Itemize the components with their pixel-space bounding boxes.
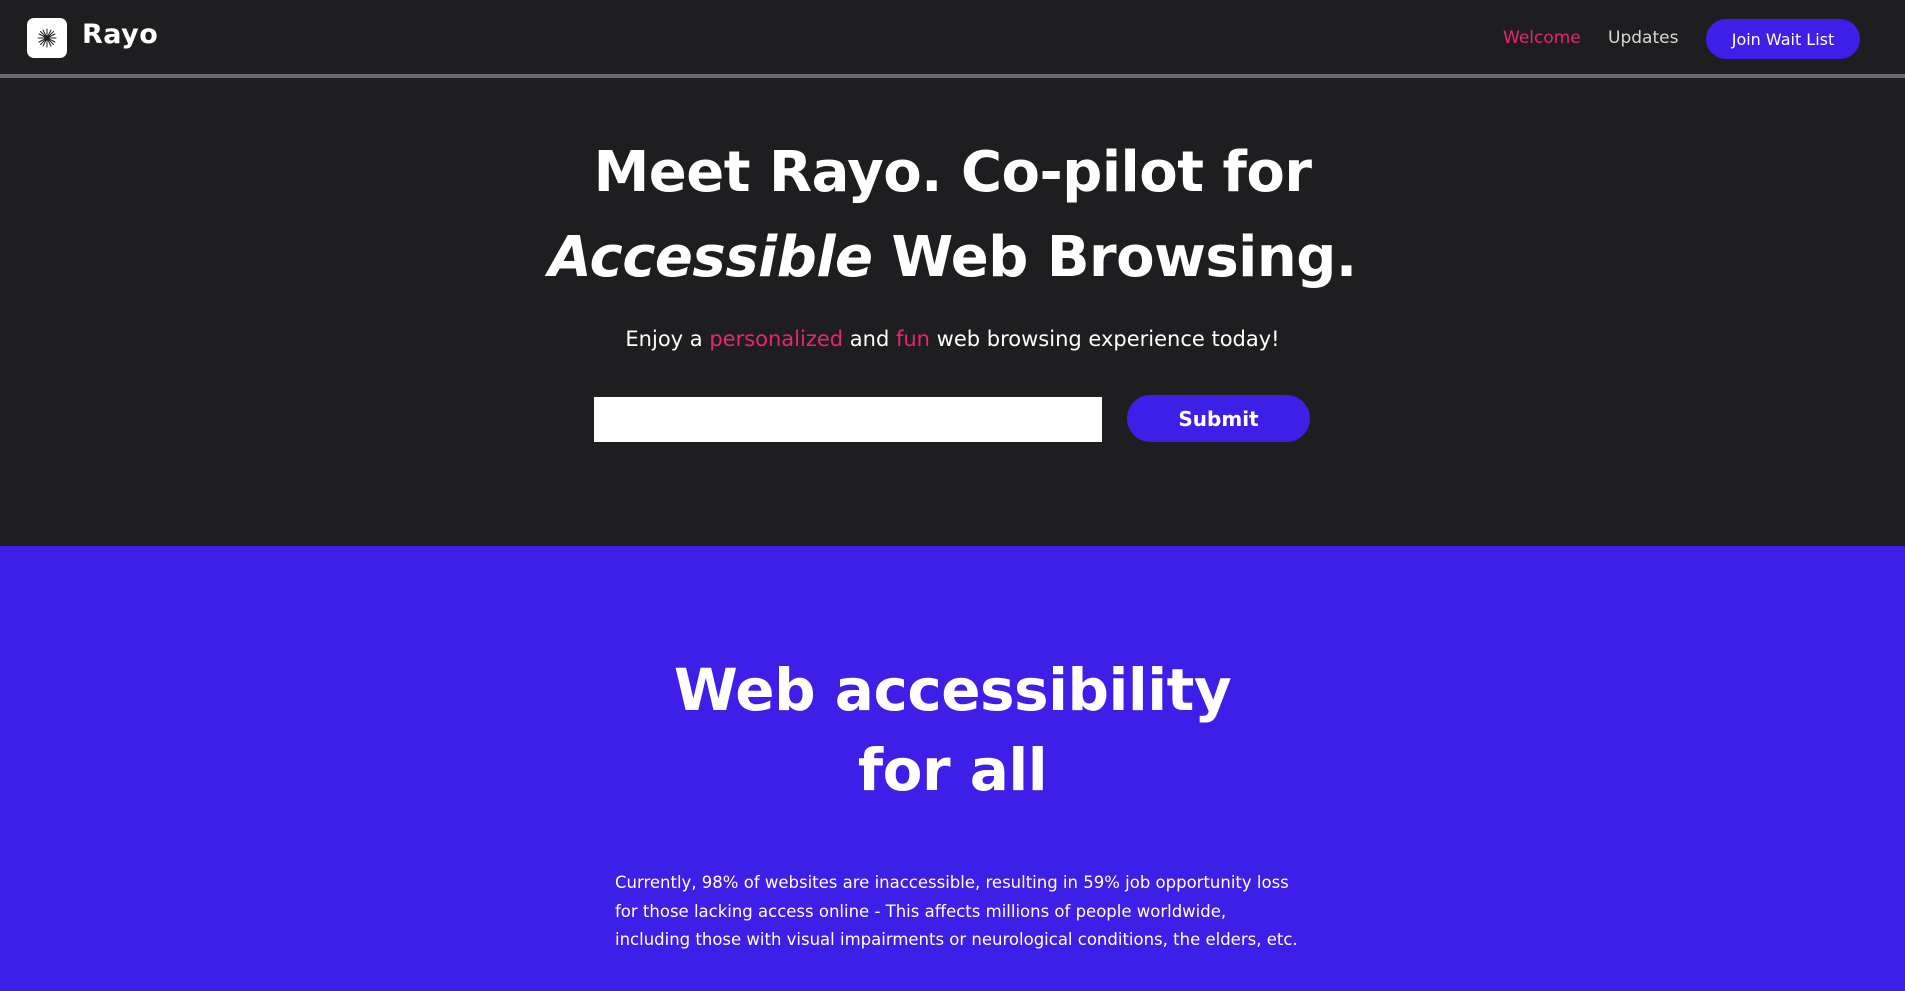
hero-subtitle-post: web browsing experience today! xyxy=(930,327,1280,351)
email-input[interactable] xyxy=(594,397,1102,442)
brand-name[interactable]: Rayo xyxy=(82,19,158,50)
page: Rayo Welcome Updates Join Wait List Meet… xyxy=(0,0,1905,991)
section-body-text: Currently, 98% of websites are inaccessi… xyxy=(615,873,1298,949)
hero-section: Meet Rayo. Co-pilot for Accessible Web B… xyxy=(0,78,1905,546)
rayo-spark-icon xyxy=(37,28,57,48)
nav-link-updates[interactable]: Updates xyxy=(1608,28,1678,48)
hero-subtitle-accent-fun: fun xyxy=(895,327,930,351)
accessibility-section: Web accessibility for all Currently, 98%… xyxy=(0,546,1905,991)
hero-title-rest: Web Browsing. xyxy=(872,225,1357,290)
hero-subtitle-pre: Enjoy a xyxy=(625,327,710,351)
hero-title-line1: Meet Rayo. Co-pilot for xyxy=(593,140,1312,205)
section-title-line2: for all xyxy=(857,736,1048,804)
top-nav: Rayo Welcome Updates Join Wait List xyxy=(0,0,1905,78)
join-wait-list-button[interactable]: Join Wait List xyxy=(1706,19,1860,59)
rayo-logo[interactable] xyxy=(27,18,67,58)
submit-button[interactable]: Submit xyxy=(1127,395,1310,442)
nav-link-welcome[interactable]: Welcome xyxy=(1503,28,1581,48)
hero-subtitle-accent-personalized: personalized xyxy=(709,327,844,351)
hero-title-line2: Accessible Web Browsing. xyxy=(0,225,1905,290)
section-title-line1: Web accessibility xyxy=(673,656,1232,724)
hero-subtitle-mid: and xyxy=(843,327,896,351)
hero-subtitle: Enjoy a personalized and fun web browsin… xyxy=(0,327,1905,351)
hero-title-italic: Accessible xyxy=(548,225,873,290)
